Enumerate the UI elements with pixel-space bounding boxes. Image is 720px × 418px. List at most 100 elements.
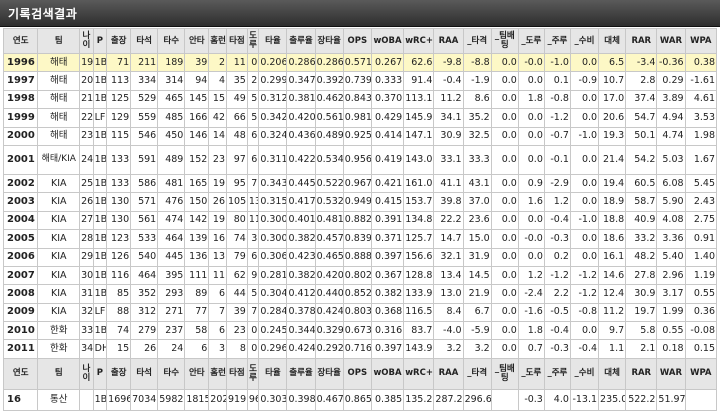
column-header-11[interactable]: 도루 [246,357,260,390]
column-header-5[interactable]: 출장 [106,28,132,54]
column-header-21[interactable]: _도루 [517,28,545,54]
cell-2: 해태 [37,89,81,110]
column-header-4[interactable]: P [92,357,108,390]
column-header-6[interactable]: 타석 [130,357,159,390]
cell-12: 0.206 [258,52,288,73]
column-header-2[interactable]: 팀 [37,357,81,390]
cell-1[interactable]: 1999 [2,108,39,128]
cell-14: 0.286 [314,52,344,73]
cell-11: 13 [246,192,260,212]
column-header-20[interactable]: _팀배 팅 [490,357,519,390]
column-header-9[interactable]: 홈런 [208,357,228,390]
cell-24: 9.7 [598,321,627,341]
cell-1[interactable]: 2006 [2,247,39,267]
cell-17: 153.7 [403,192,435,212]
column-header-16[interactable]: wOBA [370,28,405,54]
column-header-20[interactable]: _팀배 팅 [490,28,519,54]
cell-19: -8.8 [462,52,492,73]
cell-1[interactable]: 2011 [2,339,39,359]
cell-8: 145 [184,89,210,110]
column-header-22[interactable]: _주루 [543,357,571,390]
column-header-17[interactable]: wRC+ [403,357,435,390]
cell-1[interactable]: 2002 [2,173,39,194]
cell-20: 0.0 [490,229,519,249]
column-header-25[interactable]: RAR [625,357,658,390]
cell-27: 0.91 [684,229,718,249]
column-header-13[interactable]: 출루율 [286,357,316,390]
column-header-15[interactable]: OPS [342,28,372,54]
column-header-19[interactable]: _타격 [462,28,492,54]
column-header-1[interactable]: 연도 [2,28,39,54]
cell-9: 13 [208,247,228,267]
cell-1[interactable]: 1996 [2,52,39,73]
column-header-7[interactable]: 타수 [157,28,186,54]
column-header-26[interactable]: WAR [656,28,686,54]
column-header-6[interactable]: 타석 [130,28,159,54]
column-header-17[interactable]: wRC+ [403,28,435,54]
cell-1[interactable]: 2007 [2,265,39,286]
cell-1[interactable]: 2008 [2,284,39,304]
column-header-23[interactable]: _수비 [569,357,600,390]
column-header-24[interactable]: 대체 [598,28,627,54]
cell-1[interactable]: 2005 [2,229,39,249]
column-header-10[interactable]: 타점 [226,357,248,390]
cell-7: 314 [157,71,186,91]
table-row: 2011한화34DH15262463800.2960.4240.2920.716… [2,339,718,359]
column-header-14[interactable]: 장타율 [314,357,344,390]
cell-16: 0.368 [370,302,405,323]
column-header-19[interactable]: _타격 [462,357,492,390]
cell-10: 11 [226,52,248,73]
column-header-27[interactable]: WPA [684,357,718,390]
cell-1[interactable]: 2000 [2,126,39,146]
cell-3: 32 [79,302,94,323]
cell-25: 58.7 [625,192,658,212]
cell-10: 49 [226,89,248,110]
column-header-23[interactable]: _수비 [569,28,600,54]
column-header-27[interactable]: WPA [684,28,718,54]
cell-1[interactable]: 2010 [2,321,39,341]
column-header-24[interactable]: 대체 [598,357,627,390]
column-header-12[interactable]: 타율 [258,357,288,390]
column-header-9[interactable]: 홈런 [208,28,228,54]
column-header-18[interactable]: RAA [433,28,464,54]
total-cell-5: 1696 [106,388,132,411]
column-header-18[interactable]: RAA [433,357,464,390]
cell-1[interactable]: 2001 [2,144,39,175]
column-header-21[interactable]: _도루 [517,357,545,390]
column-header-22[interactable]: _주루 [543,28,571,54]
column-header-8[interactable]: 안타 [184,28,210,54]
cell-19: 15.0 [462,229,492,249]
column-header-11[interactable]: 도루 [246,28,260,54]
column-header-5[interactable]: 출장 [106,357,132,390]
cell-24: 16.1 [598,247,627,267]
cell-12: 0.281 [258,265,288,286]
column-header-26[interactable]: WAR [656,357,686,390]
column-header-10[interactable]: 타점 [226,28,248,54]
column-header-14[interactable]: 장타율 [314,28,344,54]
cell-1[interactable]: 2004 [2,210,39,231]
column-header-2[interactable]: 팀 [37,28,81,54]
cell-1[interactable]: 2009 [2,302,39,323]
column-header-12[interactable]: 타율 [258,28,288,54]
cell-8: 77 [184,302,210,323]
column-header-15[interactable]: OPS [342,357,372,390]
cell-1[interactable]: 1997 [2,71,39,91]
column-header-8[interactable]: 안타 [184,357,210,390]
cell-27: 1.19 [684,265,718,286]
column-header-7[interactable]: 타수 [157,357,186,390]
column-header-1[interactable]: 연도 [2,357,39,390]
column-header-3[interactable]: 나이 [79,28,94,54]
cell-3: 34 [79,339,94,359]
cell-10: 62 [226,265,248,286]
cell-26: 5.40 [656,247,686,267]
column-header-13[interactable]: 출루율 [286,28,316,54]
cell-6: 312 [130,302,159,323]
column-header-25[interactable]: RAR [625,28,658,54]
cell-19: 6.7 [462,302,492,323]
column-header-4[interactable]: P [92,28,108,54]
column-header-3[interactable]: 나이 [79,357,94,390]
cell-1[interactable]: 2003 [2,192,39,212]
column-header-16[interactable]: wOBA [370,357,405,390]
cell-13: 0.424 [286,339,316,359]
cell-1[interactable]: 1998 [2,89,39,110]
